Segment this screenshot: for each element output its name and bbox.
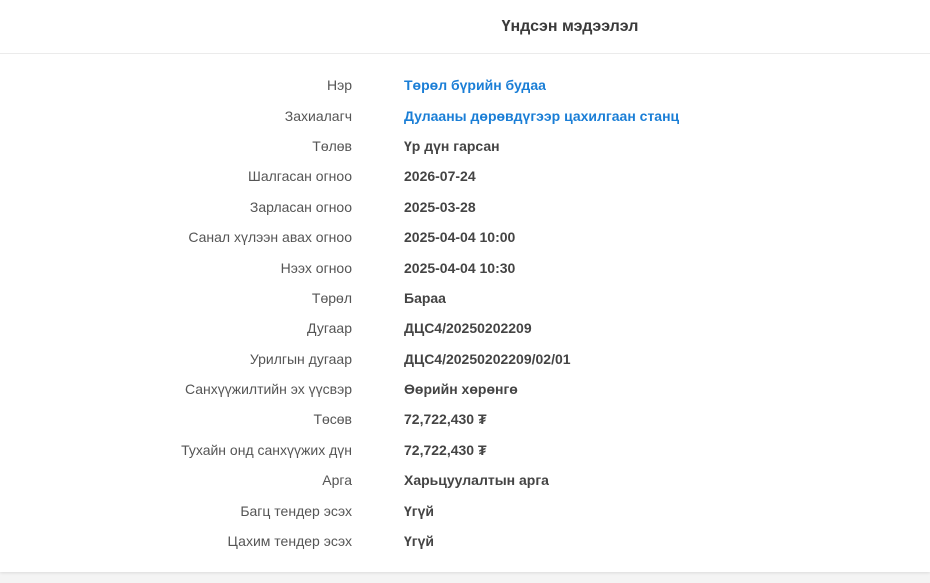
- detail-label: Санхүүжилтийн эх үүсвэр: [184, 381, 352, 398]
- detail-value: Үгүй: [404, 502, 435, 519]
- detail-value: Өөрийн хөрөнгө: [404, 381, 518, 398]
- detail-row-funding-source: Санхүүжилтийн эх үүсвэр Өөрийн хөрөнгө: [0, 374, 930, 404]
- detail-value: Харьцуулалтын арга: [404, 472, 549, 489]
- detail-row-package-tender: Багц тендер эсэх Үгүй: [0, 495, 930, 525]
- detail-label: Төлөв: [312, 137, 352, 154]
- detail-value: 2025-04-04 10:00: [404, 229, 516, 246]
- detail-value: 2025-03-28: [404, 198, 476, 215]
- detail-label: Тухайн онд санхүүжих дүн: [181, 441, 352, 458]
- detail-value: Үгүй: [404, 533, 435, 550]
- detail-row-number: Дугаар ДЦС4/20250202209: [0, 313, 930, 343]
- detail-label: Санал хүлээн авах огноо: [188, 229, 352, 246]
- detail-row-submission-date: Санал хүлээн авах огноо 2025-04-04 10:00: [0, 222, 930, 252]
- detail-row-method: Арга Харьцуулалтын арга: [0, 465, 930, 495]
- detail-label: Дугаар: [307, 320, 352, 337]
- detail-row-name: Нэр Төрөл бүрийн будаа: [0, 70, 930, 100]
- tender-name-link[interactable]: Төрөл бүрийн будаа: [404, 77, 546, 93]
- detail-value: 72,722,430 ₮: [404, 441, 487, 458]
- detail-label: Төрөл: [311, 289, 352, 306]
- detail-row-opening-date: Нээх огноо 2025-04-04 10:30: [0, 252, 930, 282]
- detail-row-status: Төлөв Үр дүн гарсан: [0, 131, 930, 161]
- detail-row-budget: Төсөв 72,722,430 ₮: [0, 404, 930, 434]
- detail-row-customer: Захиалагч Дулааны дөрөвдүгээр цахилгаан …: [0, 100, 930, 130]
- details-list: Нэр Төрөл бүрийн будаа Захиалагч Дулааны…: [0, 70, 930, 556]
- detail-value: 2025-04-04 10:30: [404, 259, 516, 276]
- detail-label: Багц тендер эсэх: [240, 502, 352, 519]
- customer-link[interactable]: Дулааны дөрөвдүгээр цахилгаан станц: [404, 108, 679, 124]
- detail-label: Урилгын дугаар: [249, 350, 352, 367]
- detail-label: Төсөв: [313, 411, 352, 428]
- detail-row-e-tender: Цахим тендер эсэх Үгүй: [0, 526, 930, 556]
- detail-label: Арга: [322, 472, 352, 489]
- detail-value: Үр дүн гарсан: [404, 137, 500, 154]
- detail-label: Цахим тендер эсэх: [227, 533, 352, 550]
- detail-row-checked-date: Шалгасан огноо 2026-07-24: [0, 161, 930, 191]
- detail-value: 2026-07-24: [404, 168, 476, 185]
- page-title: Үндсэн мэдээлэл: [501, 18, 639, 35]
- detail-label: Зарласан огноо: [249, 198, 352, 215]
- detail-label: Нэр: [326, 77, 352, 94]
- detail-value: 72,722,430 ₮: [404, 411, 487, 428]
- detail-label: Нээх огноо: [280, 259, 352, 276]
- basic-info-card: Үндсэн мэдээлэл Нэр Төрөл бүрийн будаа З…: [0, 0, 930, 572]
- detail-value: ДЦС4/20250202209/02/01: [404, 350, 571, 367]
- detail-value: Бараа: [404, 289, 446, 306]
- detail-row-announced-date: Зарласан огноо 2025-03-28: [0, 192, 930, 222]
- detail-value: ДЦС4/20250202209: [404, 320, 532, 337]
- detail-row-annual-funding: Тухайн онд санхүүжих дүн 72,722,430 ₮: [0, 435, 930, 465]
- detail-label: Шалгасан огноо: [248, 168, 352, 185]
- detail-label: Захиалагч: [284, 107, 352, 124]
- detail-row-invitation-number: Урилгын дугаар ДЦС4/20250202209/02/01: [0, 344, 930, 374]
- detail-row-type: Төрөл Бараа: [0, 283, 930, 313]
- card-header: Үндсэн мэдээлэл: [0, 0, 930, 54]
